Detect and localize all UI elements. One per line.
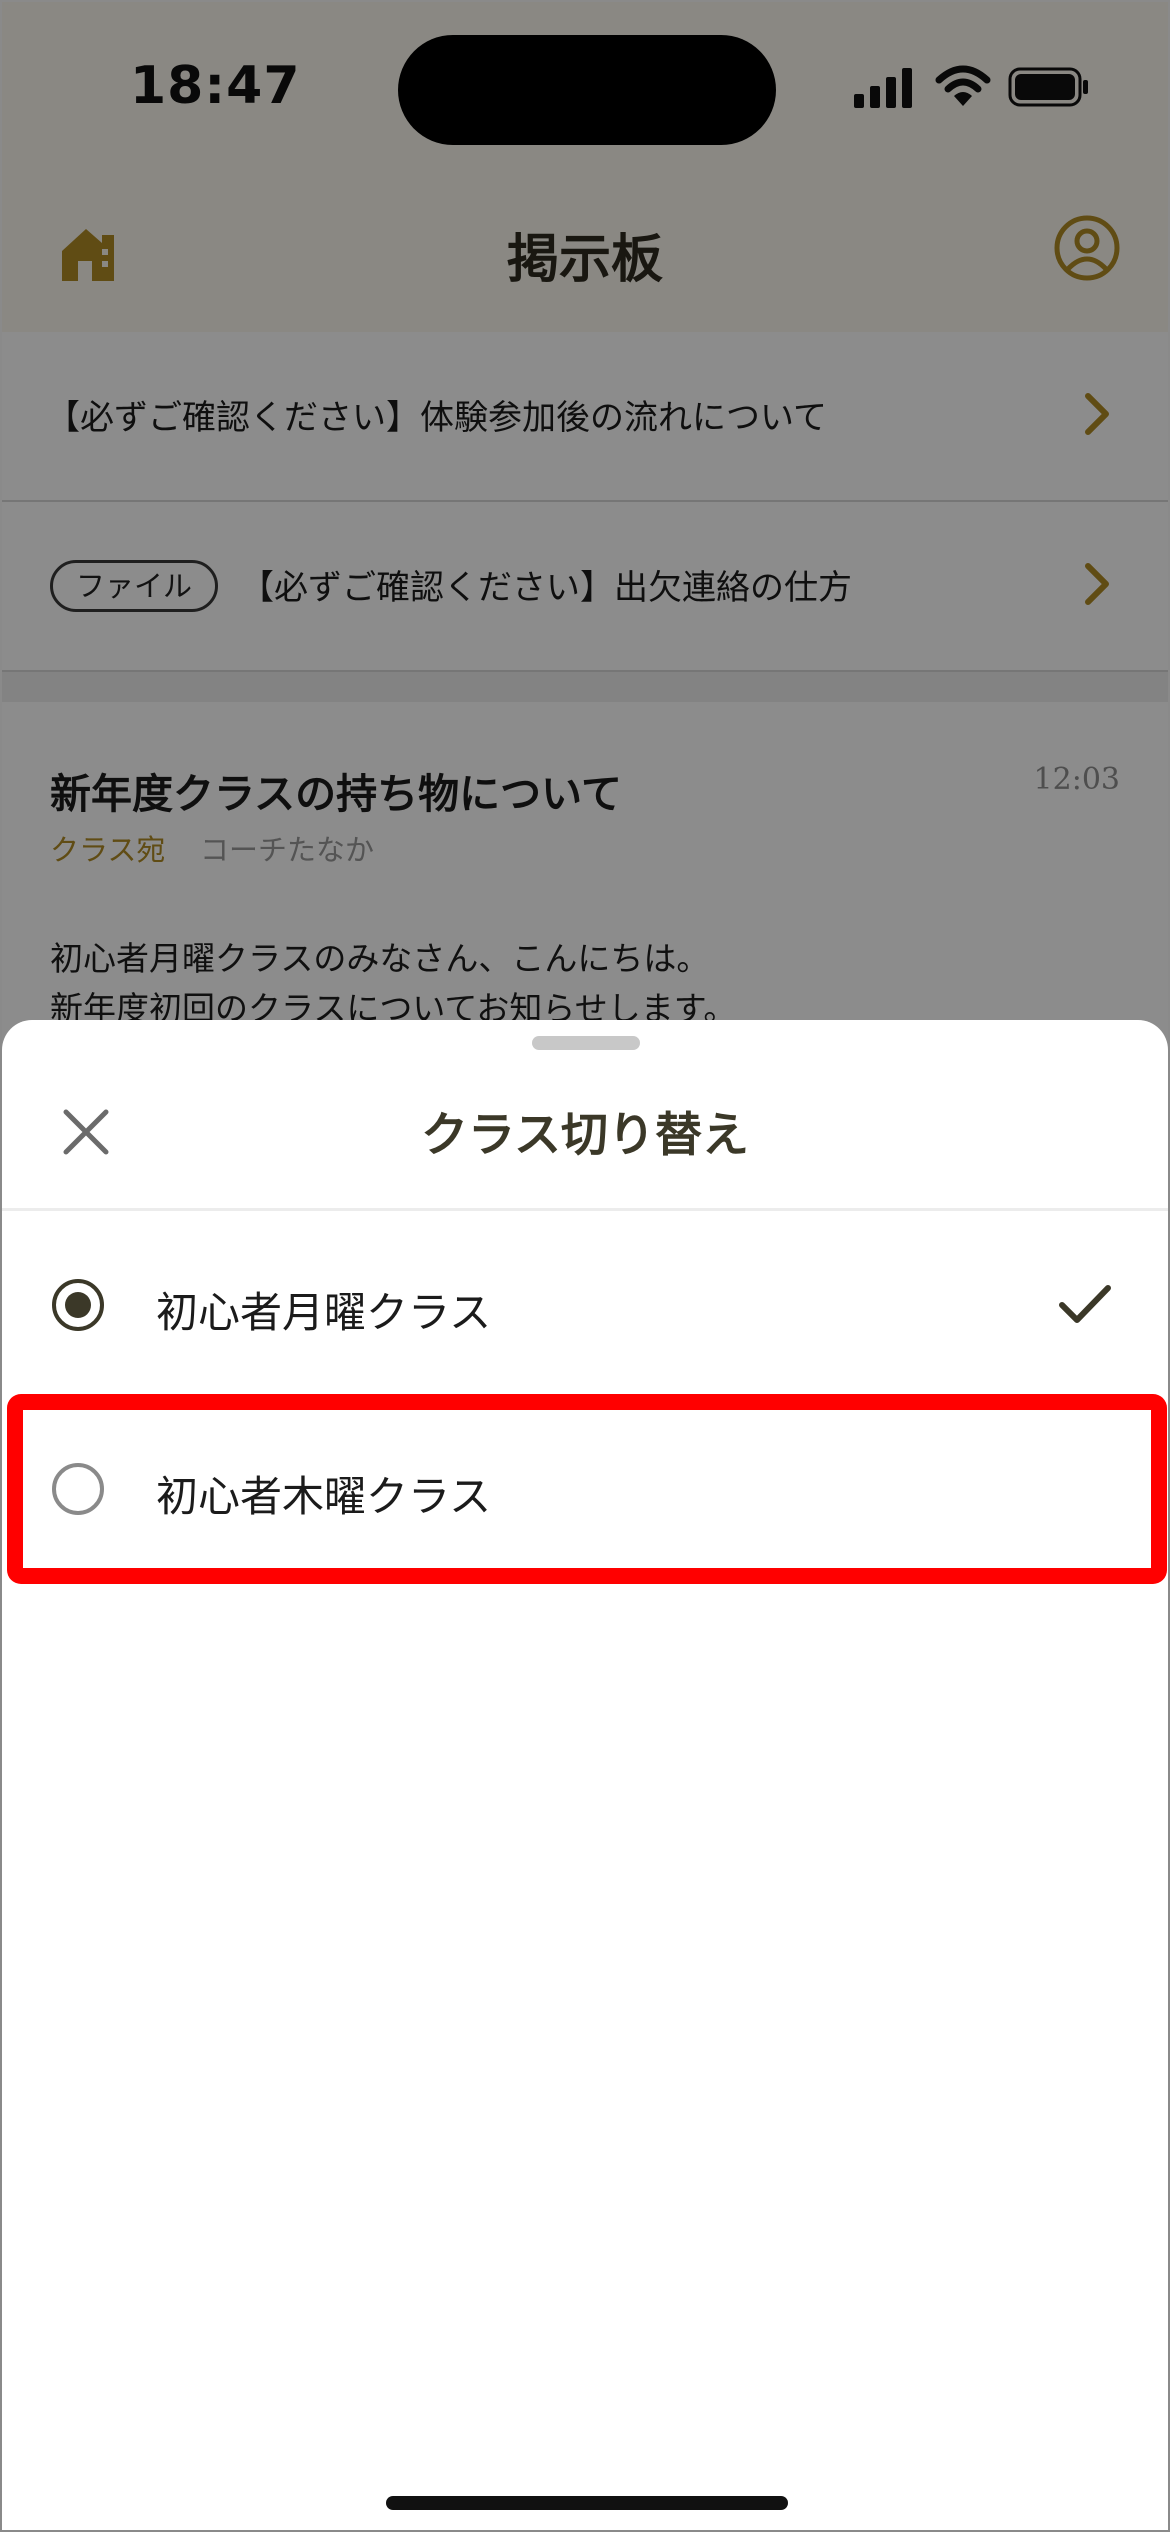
dynamic-island bbox=[398, 35, 776, 145]
sheet-title: クラス切り替え bbox=[420, 1108, 750, 1163]
sheet-grabber[interactable] bbox=[532, 1036, 640, 1050]
app-screen: 18:47 掲示板 【必ずご確認ください】体験参加後の流れについて ファイル 【… bbox=[0, 0, 1170, 2532]
radio-unselected-icon[interactable] bbox=[50, 1461, 106, 1517]
radio-selected-icon[interactable] bbox=[50, 1277, 106, 1333]
home-indicator[interactable] bbox=[386, 2496, 788, 2510]
class-option-monday[interactable]: 初心者月曜クラス bbox=[2, 1211, 1168, 1395]
class-option-label: 初心者月曜クラス bbox=[156, 1288, 492, 1337]
class-option-label: 初心者木曜クラス bbox=[156, 1472, 492, 1521]
class-option-thursday[interactable]: 初心者木曜クラス bbox=[2, 1395, 1168, 1579]
checkmark-icon bbox=[1059, 1285, 1111, 1323]
class-switch-sheet: クラス切り替え 初心者月曜クラス 初心者木曜クラス bbox=[2, 1020, 1168, 2530]
